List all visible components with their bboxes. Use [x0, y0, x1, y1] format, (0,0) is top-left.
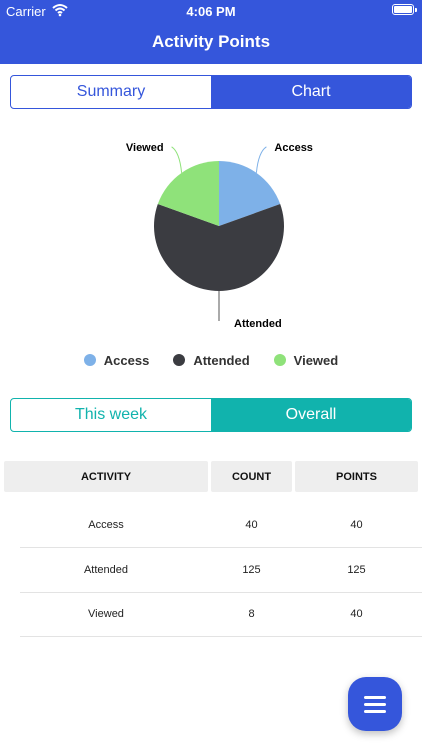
- table-header: ACTIVITY COUNT POINTS: [4, 461, 418, 492]
- tab-chart[interactable]: Chart: [211, 76, 411, 108]
- cell-count: 8: [248, 608, 255, 620]
- tab-summary[interactable]: Summary: [11, 76, 211, 108]
- battery-icon: [392, 4, 417, 15]
- cell-count: 40: [245, 519, 258, 531]
- cell-activity: Attended: [83, 564, 129, 576]
- legend-label-access: Access: [103, 352, 150, 368]
- table-row: Attended 125 125: [20, 548, 422, 593]
- menu-icon: [364, 692, 386, 717]
- status-bar: Carrier 4:06 PM: [0, 0, 422, 22]
- navigation-bar: Carrier 4:06 PM Activity Points: [0, 0, 422, 64]
- legend-label-viewed: Viewed: [293, 352, 339, 368]
- chart-legend: Access Attended Viewed: [0, 351, 422, 369]
- pie-label-viewed: Viewed: [126, 142, 164, 154]
- pie-leader-line-access: [255, 146, 267, 173]
- cell-points: 40: [350, 519, 363, 531]
- legend-swatch-attended: [173, 354, 186, 366]
- legend-item-attended: Attended: [173, 351, 250, 369]
- pie-leader-line-viewed: [171, 146, 183, 173]
- tab-this-week[interactable]: This week: [11, 399, 211, 431]
- legend-item-viewed: Viewed: [273, 351, 339, 369]
- table-row: Viewed 8 40: [20, 592, 422, 637]
- legend-item-access: Access: [83, 351, 150, 369]
- page-title: Activity Points: [151, 32, 271, 51]
- pie-label-attended: Attended: [234, 318, 282, 330]
- status-time: 4:06 PM: [186, 4, 236, 19]
- column-header-activity: ACTIVITY: [4, 461, 208, 492]
- table-row: Access 40 40: [20, 503, 422, 548]
- legend-label-attended: Attended: [193, 352, 250, 368]
- pie-label-access: Access: [274, 142, 313, 154]
- menu-button[interactable]: [348, 677, 402, 731]
- column-header-count: COUNT: [211, 461, 292, 492]
- column-header-points: POINTS: [295, 461, 418, 492]
- view-toggle: Summary Chart: [10, 75, 412, 109]
- cell-activity: Viewed: [88, 608, 124, 620]
- legend-swatch-viewed: [273, 354, 286, 366]
- cell-count: 125: [242, 564, 261, 576]
- pie-chart: Access Attended Viewed: [126, 142, 313, 330]
- tab-overall[interactable]: Overall: [211, 399, 411, 431]
- cell-activity: Access: [88, 519, 124, 531]
- legend-swatch-access: [83, 354, 96, 366]
- cell-points: 40: [350, 608, 363, 620]
- cell-points: 125: [347, 564, 366, 576]
- period-toggle: This week Overall: [10, 398, 412, 432]
